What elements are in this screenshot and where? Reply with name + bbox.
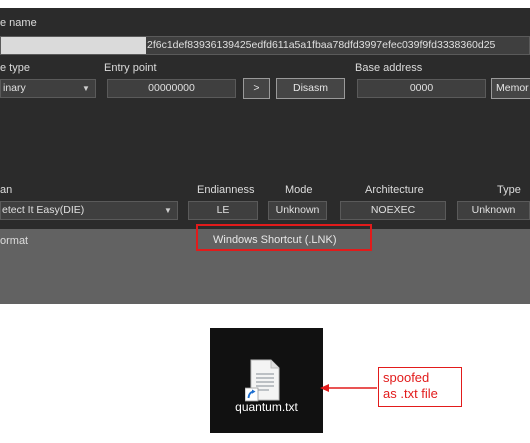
mode-value: Unknown [275,204,320,216]
chevron-down-icon: ▼ [164,206,172,215]
scan-engine-value: etect It Easy(DIE) [2,204,85,216]
die-info-panel: e name 2f6c1def83936139425edfd611a5a1fba… [0,0,530,304]
architecture-field[interactable]: NOEXEC [340,201,446,220]
scan-label: an [0,184,13,196]
mode-field[interactable]: Unknown [268,201,327,220]
file-name-value: 2f6c1def83936139425edfd611a5a1fbaa78dfd3… [147,39,496,51]
endianness-value: LE [216,204,230,216]
annotation-box: spoofed as .txt file [378,367,462,407]
entry-point-value: 00000000 [148,82,195,94]
file-type-label: e type [0,62,30,74]
desktop-preview: quantum.txt [210,328,323,433]
endianness-field[interactable]: LE [188,201,258,220]
annotation-line-2: as .txt file [383,386,438,401]
architecture-value: NOEXEC [370,204,416,216]
entry-point-next-button[interactable]: > [243,78,270,99]
disasm-button[interactable]: Disasm [276,78,345,99]
top-edge [0,0,530,8]
base-address-label: Base address [355,62,423,74]
memory-map-button[interactable]: Memor [491,78,530,99]
annotation-line-1: spoofed [383,370,430,385]
file-name-label: e name [0,17,37,29]
file-type-value: inary [3,82,26,94]
mode-label: Mode [285,184,313,196]
endianness-label: Endianness [197,184,255,196]
architecture-label: Architecture [365,184,424,196]
type-label: Type [497,184,521,196]
base-address-field[interactable]: 0000 [357,79,486,98]
highlight-box [196,224,372,251]
base-address-value: 0000 [409,82,434,94]
desktop-file-name[interactable]: quantum.txt [210,400,323,414]
entry-point-label: Entry point [104,62,157,74]
type-field[interactable]: Unknown [457,201,530,220]
file-name-field[interactable]: 2f6c1def83936139425edfd611a5a1fbaa78dfd3… [0,36,530,55]
scan-engine-select[interactable]: etect It Easy(DIE) [0,201,178,220]
type-value: Unknown [471,204,516,216]
chevron-down-icon: ▼ [82,84,90,93]
format-label: ormat [0,235,29,247]
entry-point-field[interactable]: 00000000 [107,79,236,98]
text-file-icon[interactable] [245,358,285,404]
annotation-arrow-icon [320,384,377,392]
